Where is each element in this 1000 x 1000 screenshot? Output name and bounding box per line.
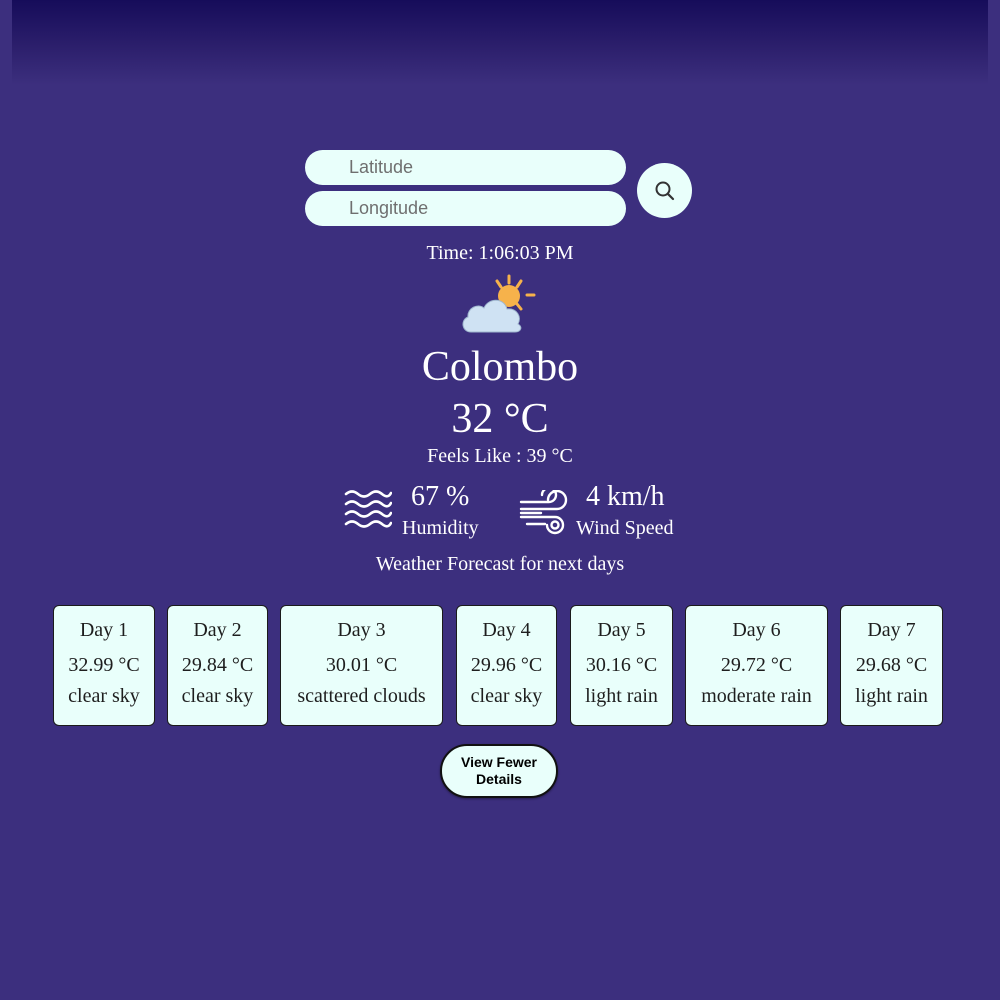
wind-speed-value: 4 km/h [586, 481, 665, 512]
forecast-temperature: 29.72 °C [720, 654, 793, 676]
forecast-card-day-6: Day 6 29.72 °C moderate rain [685, 605, 828, 726]
wind-speed-label: Wind Speed [576, 517, 674, 539]
forecast-temperature: 30.01 °C [325, 654, 398, 676]
forecast-temperature: 32.99 °C [68, 654, 140, 676]
forecast-card-day-4: Day 4 29.96 °C clear sky [456, 605, 557, 726]
forecast-card-day-7: Day 7 29.68 °C light rain [840, 605, 943, 726]
forecast-temperature: 29.84 °C [181, 654, 254, 676]
forecast-description: clear sky [470, 685, 543, 707]
forecast-card-day-2: Day 2 29.84 °C clear sky [167, 605, 268, 726]
forecast-day-label: Day 6 [732, 619, 781, 641]
longitude-input[interactable] [305, 191, 626, 226]
forecast-description: clear sky [68, 685, 140, 707]
humidity-label: Humidity [402, 517, 479, 539]
current-temperature: 32 °C [451, 396, 549, 442]
search-icon [655, 181, 674, 200]
forecast-description: clear sky [181, 685, 254, 707]
feels-like: Feels Like : 39 °C [427, 445, 573, 467]
forecast-temperature: 29.96 °C [470, 654, 543, 676]
city-name: Colombo [421, 344, 579, 390]
view-fewer-details-button[interactable]: View Fewer Details [440, 744, 558, 798]
coordinate-search [305, 150, 695, 230]
humidity-value: 67 % [411, 481, 470, 512]
search-button[interactable] [637, 163, 692, 218]
forecast-card-day-5: Day 5 30.16 °C light rain [570, 605, 673, 726]
forecast-description: light rain [855, 685, 928, 707]
forecast-temperature: 30.16 °C [585, 654, 658, 676]
forecast-temperature: 29.68 °C [855, 654, 928, 676]
forecast-description: moderate rain [701, 685, 812, 707]
forecast-card-day-3: Day 3 30.01 °C scattered clouds [280, 605, 443, 726]
forecast-day-label: Day 5 [597, 619, 646, 641]
header-band [12, 0, 988, 85]
forecast-day-label: Day 1 [79, 619, 129, 641]
partly-cloudy-icon [462, 274, 536, 333]
forecast-day-label: Day 4 [482, 619, 531, 641]
forecast-description: light rain [585, 685, 658, 707]
forecast-day-label: Day 3 [337, 619, 386, 641]
forecast-description: scattered clouds [297, 685, 426, 707]
current-time: Time: 1:06:03 PM [426, 242, 574, 264]
forecast-title: Weather Forecast for next days [375, 553, 625, 575]
latitude-input[interactable] [305, 150, 626, 185]
wind-icon [519, 490, 568, 535]
humidity-waves-icon [344, 490, 392, 528]
forecast-card-day-1: Day 1 32.99 °C clear sky [53, 605, 155, 726]
forecast-day-label: Day 7 [867, 619, 916, 641]
forecast-day-label: Day 2 [193, 619, 242, 641]
